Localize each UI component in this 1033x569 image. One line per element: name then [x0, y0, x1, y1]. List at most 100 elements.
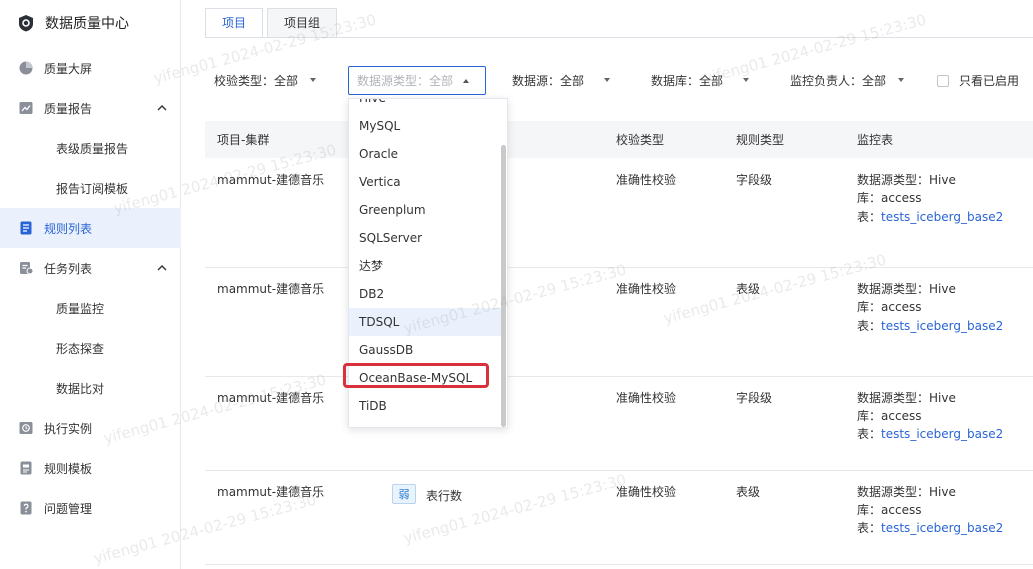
cell-project: mammut-建德音乐 [217, 282, 325, 296]
sidebar-item-rule-list[interactable]: 规则列表 [0, 208, 181, 248]
cell-project: mammut-建德音乐 [217, 485, 325, 499]
table-row[interactable]: mammut-建德音乐 准确性校验 字段级 数据源类型：Hive 库：acces… [205, 158, 1033, 268]
tab-project[interactable]: 项目 [205, 8, 264, 38]
owner-filter-label: 监控负责人：全部 [790, 73, 887, 88]
sidebar: 数据质量中心 质量大屏 质量报告 表级质量报告 报告订阅模板 规则列表 任务列表… [0, 0, 181, 569]
header-monitor-table: 监控表 [857, 133, 894, 147]
caret-down-icon [743, 78, 750, 82]
caret-up-icon [463, 79, 469, 83]
monitor-db: 库：access [857, 503, 922, 517]
monitor-db: 库：access [857, 300, 922, 314]
sidebar-item-rule-template[interactable]: 规则模板 [0, 448, 181, 488]
monitor-ds-type: 数据源类型：Hive [857, 173, 956, 187]
only-enabled-label: 只看已启用 [959, 74, 1020, 88]
table-row[interactable]: mammut-建德音乐 弱 表行数 准确性校验 表级 数据源类型：Hive 库：… [205, 471, 1033, 565]
sidebar-item-execution[interactable]: 执行实例 [0, 408, 181, 448]
dropdown-option-dameng[interactable]: 达梦 [349, 252, 503, 280]
sidebar-item-label: 质量大屏 [44, 61, 93, 76]
tab-divider [205, 37, 1033, 38]
cell-project: mammut-建德音乐 [217, 173, 325, 187]
caret-down-icon [898, 78, 905, 82]
only-enabled-checkbox[interactable] [937, 74, 949, 87]
dropdown-option-gaussdb[interactable]: GaussDB [349, 336, 503, 364]
history-icon [18, 420, 34, 436]
sidebar-item-report-subscription[interactable]: 报告订阅模板 [0, 168, 181, 208]
task-icon [18, 260, 34, 276]
dropdown-option-vertica[interactable]: Vertica [349, 168, 503, 196]
caret-down-icon [310, 78, 317, 82]
sidebar-item-label: 形态探查 [56, 341, 105, 356]
shield-logo-icon [19, 15, 33, 32]
cell-rule-type: 表级 [736, 282, 761, 296]
table-row[interactable]: mammut-建德音乐 准确性校验 表级 数据源类型：Hive 库：access… [205, 268, 1033, 377]
cell-check-type: 准确性校验 [616, 282, 677, 296]
check-type-filter[interactable]: 校验类型：全部 [214, 66, 317, 94]
check-type-filter-label: 校验类型：全部 [214, 73, 299, 88]
monitor-ds-type: 数据源类型：Hive [857, 485, 956, 499]
dropdown-option-tidb[interactable]: TiDB [349, 392, 503, 420]
dropdown-option-oracle[interactable]: Oracle [349, 140, 503, 168]
sidebar-item-dashboard[interactable]: 质量大屏 [0, 48, 181, 88]
chevron-up-icon [157, 265, 167, 271]
dropdown-option-db2[interactable]: DB2 [349, 280, 503, 308]
sidebar-item-profiling[interactable]: 形态探查 [0, 328, 181, 368]
sidebar-item-table-report[interactable]: 表级质量报告 [0, 128, 181, 168]
monitor-ds-type: 数据源类型：Hive [857, 391, 956, 405]
filter-bar: 校验类型：全部 数据源类型：全部 数据源：全部 数据库：全部 监控负责人：全部 … [181, 66, 1033, 96]
sidebar-item-quality-monitor[interactable]: 质量监控 [0, 288, 181, 328]
dropdown-scrollbar[interactable] [501, 145, 506, 427]
main-content: 项目 项目组 校验类型：全部 数据源类型：全部 数据源：全部 数据库：全部 监控… [181, 0, 1033, 569]
monitor-table: 表：tests_iceberg_base2 [857, 521, 1004, 535]
datasource-type-placeholder: 数据源类型：全部 [357, 74, 454, 88]
monitor-table: 表：tests_iceberg_base2 [857, 427, 1004, 441]
sidebar-item-label: 表级质量报告 [56, 141, 129, 156]
caret-down-icon [604, 78, 611, 82]
sidebar-item-label: 数据比对 [56, 381, 105, 396]
monitor-table-link[interactable]: tests_iceberg_base2 [881, 319, 1003, 333]
report-icon [18, 100, 34, 116]
header-check-type: 校验类型 [616, 133, 665, 147]
sidebar-item-task-list[interactable]: 任务列表 [0, 248, 181, 288]
document-list-icon [18, 220, 34, 236]
cell-check-type: 准确性校验 [616, 391, 677, 405]
monitor-table-link[interactable]: tests_iceberg_base2 [881, 427, 1003, 441]
table-row[interactable]: mammut-建德音乐 准确性校验 字段级 数据源类型：Hive 库：acces… [205, 377, 1033, 471]
sidebar-item-data-compare[interactable]: 数据比对 [0, 368, 181, 408]
dropdown-option-tdsql[interactable]: TDSQL [349, 308, 503, 336]
pie-chart-icon [18, 60, 34, 76]
weak-tag-badge: 弱 [392, 484, 416, 504]
sidebar-item-label: 执行实例 [44, 421, 93, 436]
monitor-table: 表：tests_iceberg_base2 [857, 210, 1004, 224]
dropdown-option-sqlserver[interactable]: SQLServer [349, 224, 503, 252]
dropdown-option-mysql[interactable]: MySQL [349, 112, 503, 140]
owner-filter[interactable]: 监控负责人：全部 [790, 66, 905, 94]
database-filter-label: 数据库：全部 [651, 73, 724, 88]
app-title: 数据质量中心 [45, 16, 129, 32]
dropdown-option-hive[interactable]: Hive [349, 99, 503, 112]
cell-rule-type: 字段级 [736, 391, 773, 405]
dropdown-option-greenplum[interactable]: Greenplum [349, 196, 503, 224]
datasource-type-select[interactable]: 数据源类型：全部 [348, 66, 486, 95]
monitor-table-link[interactable]: tests_iceberg_base2 [881, 210, 1003, 224]
datasource-filter[interactable]: 数据源：全部 [512, 66, 611, 94]
monitor-table: 表：tests_iceberg_base2 [857, 319, 1004, 333]
header-project: 项目-集群 [217, 133, 270, 147]
monitor-ds-type: 数据源类型：Hive [857, 282, 956, 296]
database-filter[interactable]: 数据库：全部 [651, 66, 750, 94]
header-rule-type: 规则类型 [736, 133, 785, 147]
template-icon [18, 460, 34, 476]
only-enabled-toggle[interactable]: 只看已启用 [937, 72, 1019, 89]
sidebar-item-issue-management[interactable]: 问题管理 [0, 488, 181, 528]
monitor-db: 库：access [857, 409, 922, 423]
sidebar-item-label: 规则模板 [44, 461, 93, 476]
sidebar-item-label: 规则列表 [44, 221, 93, 236]
monitor-table-link[interactable]: tests_iceberg_base2 [881, 521, 1003, 535]
tab-project-group[interactable]: 项目组 [267, 8, 338, 38]
sidebar-item-label: 问题管理 [44, 501, 93, 516]
tab-bar: 项目 项目组 [205, 8, 338, 38]
question-doc-icon [18, 500, 34, 516]
table-header: 项目-集群 校验类型 规则类型 监控表 [205, 121, 1033, 158]
app-header: 数据质量中心 [0, 0, 180, 46]
sidebar-item-quality-report[interactable]: 质量报告 [0, 88, 181, 128]
cell-rule-type: 字段级 [736, 173, 773, 187]
